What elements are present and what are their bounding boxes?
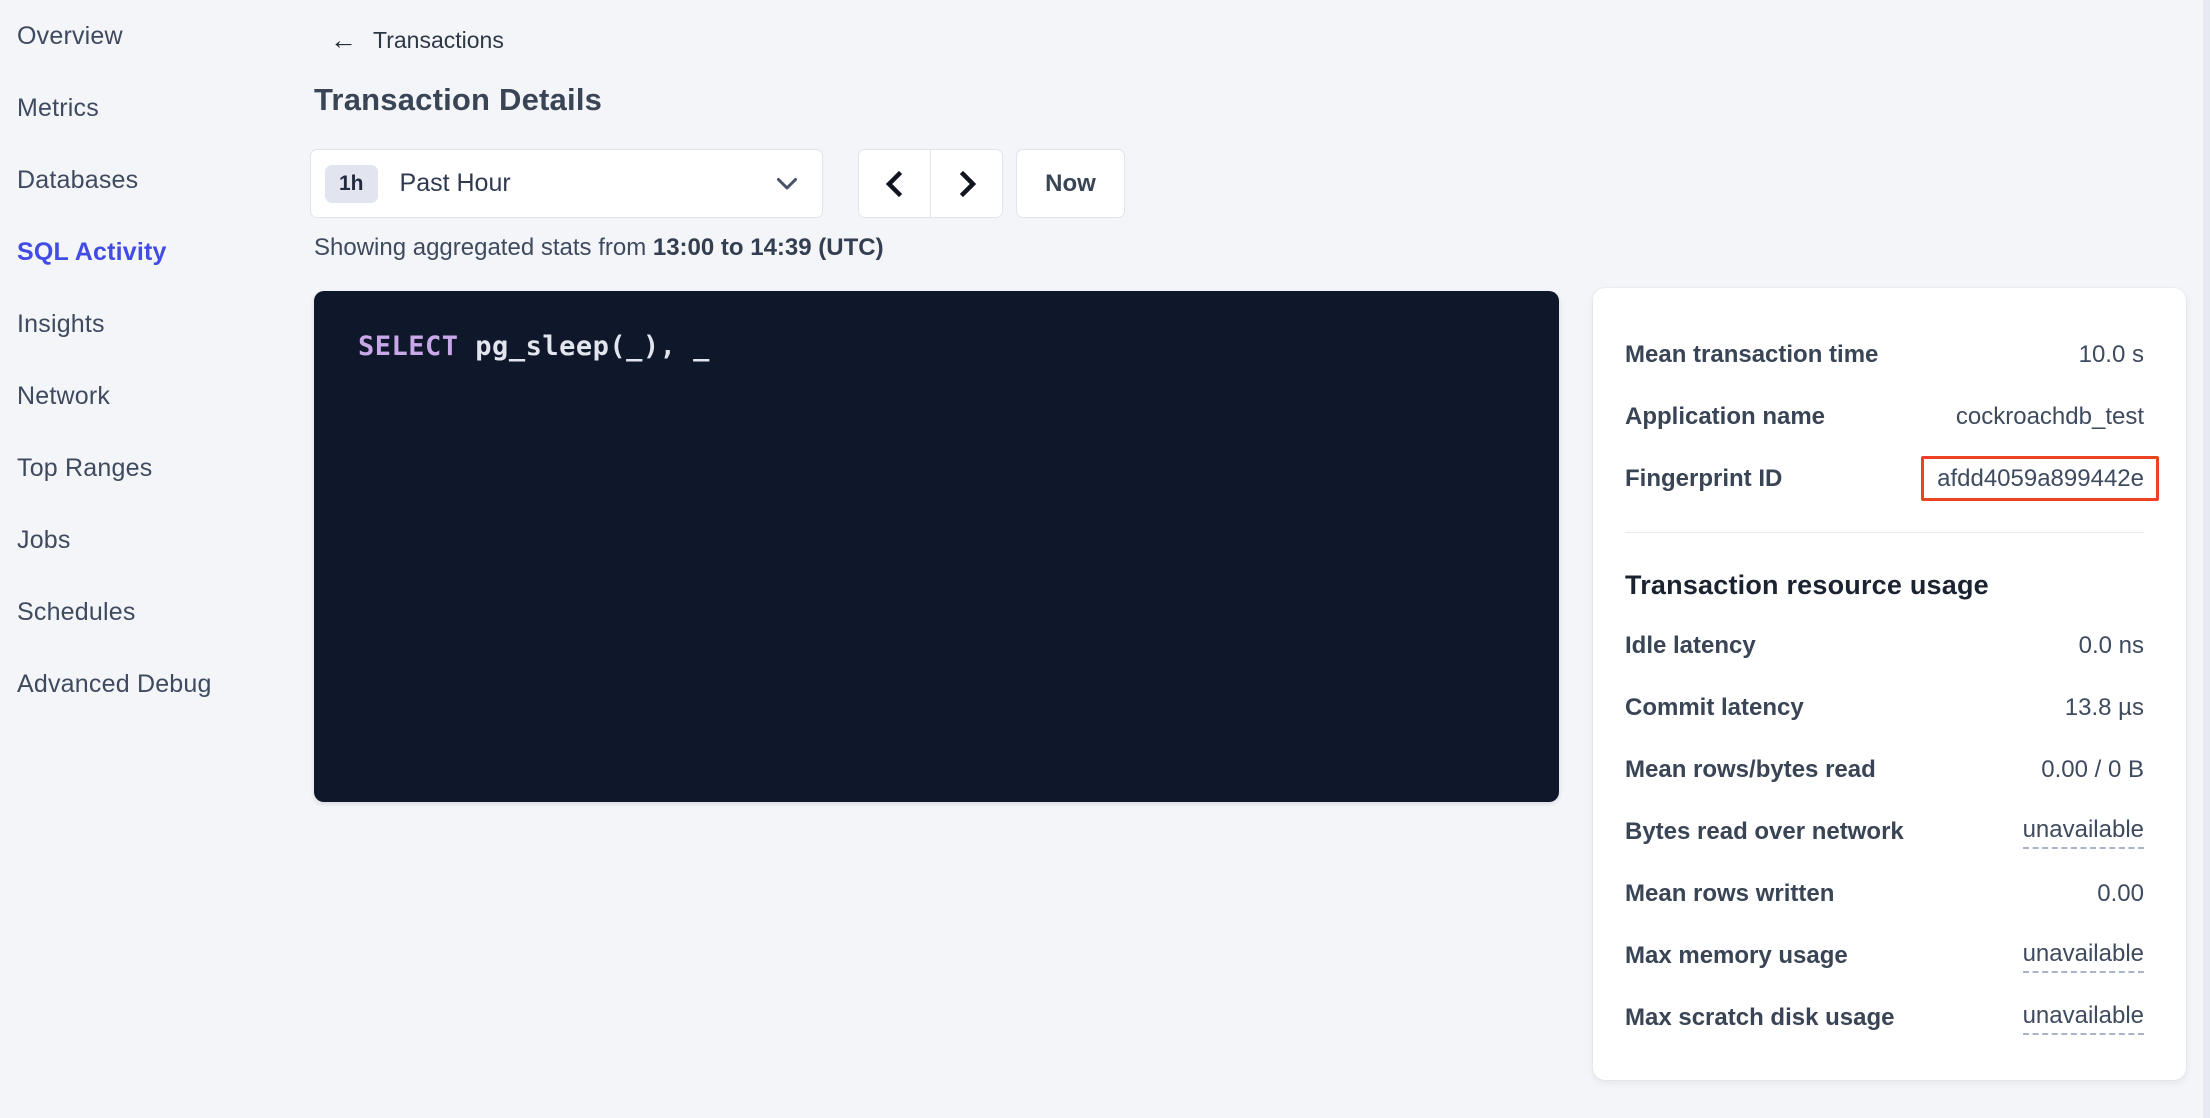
- detail-label: Commit latency: [1625, 694, 1804, 722]
- detail-value: 0.00: [2097, 880, 2144, 908]
- next-time-button[interactable]: [931, 150, 1002, 217]
- sidebar-item-schedules[interactable]: Schedules: [0, 576, 300, 648]
- chevron-left-icon: [882, 169, 908, 199]
- sidebar-item-jobs[interactable]: Jobs: [0, 504, 300, 576]
- detail-row: Commit latency 13.8 µs: [1625, 677, 2144, 739]
- detail-label: Bytes read over network: [1625, 818, 1904, 846]
- aggregated-stats-caption: Showing aggregated stats from 13:00 to 1…: [314, 234, 884, 262]
- sidebar-item-network[interactable]: Network: [0, 360, 300, 432]
- chevron-right-icon: [954, 169, 980, 199]
- time-controls: 1h Past Hour Now: [310, 149, 1125, 218]
- previous-time-button[interactable]: [859, 150, 931, 217]
- detail-label: Mean transaction time: [1625, 341, 1878, 369]
- detail-label: Mean rows/bytes read: [1625, 756, 1876, 784]
- back-link-label: Transactions: [373, 27, 504, 54]
- sidebar-item-top-ranges[interactable]: Top Ranges: [0, 432, 300, 504]
- time-range-badge: 1h: [325, 165, 378, 203]
- back-arrow-icon: ←: [330, 27, 357, 54]
- caption-range: 13:00 to 14:39 (UTC): [653, 234, 884, 261]
- sidebar-item-advanced-debug[interactable]: Advanced Debug: [0, 648, 300, 720]
- sidebar-item-databases[interactable]: Databases: [0, 144, 300, 216]
- detail-row: Mean rows written 0.00: [1625, 863, 2144, 925]
- detail-label: Mean rows written: [1625, 880, 1834, 908]
- detail-row: Application name cockroachdb_test: [1625, 386, 2144, 448]
- summary-rows: Mean transaction time 10.0 s Application…: [1625, 324, 2144, 510]
- detail-row: Mean transaction time 10.0 s: [1625, 324, 2144, 386]
- transaction-details-card: Mean transaction time 10.0 s Application…: [1593, 288, 2186, 1080]
- detail-value: 0.0 ns: [2079, 632, 2144, 660]
- detail-label: Fingerprint ID: [1625, 465, 1782, 493]
- chevron-down-icon: [776, 177, 798, 191]
- sql-body: pg_sleep(_), _: [459, 331, 710, 362]
- detail-label: Max scratch disk usage: [1625, 1004, 1894, 1032]
- sidebar-item-overview[interactable]: Overview: [0, 0, 300, 72]
- caption-prefix: Showing aggregated stats from: [314, 234, 653, 261]
- sql-statement-box: SELECT pg_sleep(_), _: [314, 291, 1559, 802]
- sidebar-item-metrics[interactable]: Metrics: [0, 72, 300, 144]
- detail-value: cockroachdb_test: [1956, 403, 2144, 431]
- time-range-label: Past Hour: [400, 169, 776, 198]
- sidebar-item-sql-activity[interactable]: SQL Activity: [0, 216, 300, 288]
- detail-value[interactable]: unavailable: [2023, 940, 2144, 973]
- resource-usage-section-title: Transaction resource usage: [1625, 561, 2144, 609]
- page-title: Transaction Details: [314, 82, 602, 118]
- detail-value: 10.0 s: [2079, 341, 2144, 369]
- sql-statement: SELECT pg_sleep(_), _: [358, 331, 1515, 362]
- scrollbar[interactable]: [2203, 0, 2210, 1118]
- detail-value: afdd4059a899442e: [1937, 465, 2144, 493]
- detail-row: Bytes read over network unavailable: [1625, 801, 2144, 863]
- time-nav-group: [858, 149, 1003, 218]
- now-button[interactable]: Now: [1016, 149, 1125, 218]
- detail-value: 13.8 µs: [2065, 694, 2144, 722]
- detail-value[interactable]: unavailable: [2023, 1002, 2144, 1035]
- detail-label: Max memory usage: [1625, 942, 1848, 970]
- time-range-dropdown[interactable]: 1h Past Hour: [310, 149, 823, 218]
- card-divider: [1625, 532, 2144, 533]
- sql-keyword: SELECT: [358, 331, 459, 362]
- detail-row: Max memory usage unavailable: [1625, 925, 2144, 987]
- detail-row: Idle latency 0.0 ns: [1625, 615, 2144, 677]
- detail-row: Mean rows/bytes read 0.00 / 0 B: [1625, 739, 2144, 801]
- detail-row: Fingerprint ID afdd4059a899442e: [1625, 448, 2144, 510]
- detail-row: Max scratch disk usage unavailable: [1625, 987, 2144, 1049]
- resource-rows: Idle latency 0.0 ns Commit latency 13.8 …: [1625, 615, 2144, 1049]
- detail-label: Application name: [1625, 403, 1825, 431]
- detail-value: 0.00 / 0 B: [2041, 756, 2144, 784]
- detail-label: Idle latency: [1625, 632, 1756, 660]
- sidebar: OverviewMetricsDatabasesSQL ActivityInsi…: [0, 0, 300, 720]
- sidebar-item-insights[interactable]: Insights: [0, 288, 300, 360]
- back-link-transactions[interactable]: ← Transactions: [330, 22, 504, 58]
- detail-value[interactable]: unavailable: [2023, 816, 2144, 849]
